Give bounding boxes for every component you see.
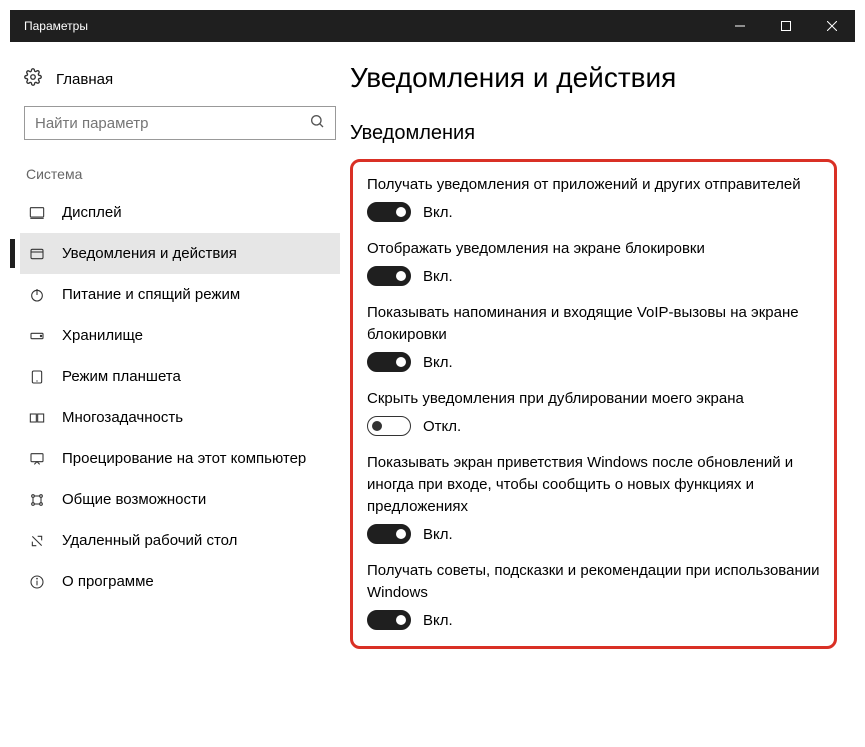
sidebar-item-label: Режим планшета <box>62 368 181 385</box>
gear-icon <box>24 68 42 90</box>
sidebar-item-label: Хранилище <box>62 327 143 344</box>
setting-hide-when-duplicating: Скрыть уведомления при дублировании моег… <box>367 388 820 436</box>
projecting-icon <box>28 451 46 467</box>
close-button[interactable] <box>809 10 855 42</box>
window-title: Параметры <box>24 19 88 33</box>
setting-welcome-screen: Показывать экран приветствия Windows пос… <box>367 452 820 544</box>
display-icon <box>28 205 46 221</box>
toggle-state-text: Вкл. <box>423 204 453 221</box>
page-title: Уведомления и действия <box>350 62 837 94</box>
title-bar: Параметры <box>10 10 855 42</box>
setting-label: Получать уведомления от приложений и дру… <box>367 174 820 196</box>
toggle-hide-when-duplicating[interactable] <box>367 416 411 436</box>
setting-lockscreen-notifications: Отображать уведомления на экране блокиро… <box>367 238 820 286</box>
sidebar-item-remote[interactable]: Удаленный рабочий стол <box>20 520 340 561</box>
search-input[interactable] <box>35 115 309 132</box>
notifications-icon <box>28 246 46 262</box>
setting-tips: Получать советы, подсказки и рекомендаци… <box>367 560 820 630</box>
toggle-voip-reminders[interactable] <box>367 352 411 372</box>
sidebar-item-display[interactable]: Дисплей <box>20 192 340 233</box>
toggle-lockscreen-notifications[interactable] <box>367 266 411 286</box>
remote-icon <box>28 533 46 549</box>
toggle-tips[interactable] <box>367 610 411 630</box>
search-icon <box>309 113 325 133</box>
home-label: Главная <box>56 71 113 88</box>
setting-voip-reminders: Показывать напоминания и входящие VoIP-в… <box>367 302 820 372</box>
search-box[interactable] <box>24 106 336 140</box>
sidebar-item-power[interactable]: Питание и спящий режим <box>20 274 340 315</box>
shared-icon <box>28 492 46 508</box>
sidebar-item-storage[interactable]: Хранилище <box>20 315 340 356</box>
sidebar-item-label: Удаленный рабочий стол <box>62 532 237 549</box>
sidebar-item-label: Уведомления и действия <box>62 245 237 262</box>
setting-app-notifications: Получать уведомления от приложений и дру… <box>367 174 820 222</box>
power-icon <box>28 287 46 303</box>
setting-label: Показывать напоминания и входящие VoIP-в… <box>367 302 820 346</box>
setting-label: Получать советы, подсказки и рекомендаци… <box>367 560 820 604</box>
sidebar-item-label: Дисплей <box>62 204 122 221</box>
maximize-button[interactable] <box>763 10 809 42</box>
toggle-state-text: Вкл. <box>423 354 453 371</box>
toggle-welcome-screen[interactable] <box>367 524 411 544</box>
tablet-icon <box>28 369 46 385</box>
section-title: Уведомления <box>350 122 837 145</box>
toggle-app-notifications[interactable] <box>367 202 411 222</box>
content-area: Уведомления и действия Уведомления Получ… <box>350 42 855 737</box>
sidebar-item-label: Питание и спящий режим <box>62 286 240 303</box>
about-icon <box>28 574 46 590</box>
sidebar: Главная Система Дисплей Уведомления и де… <box>10 42 350 737</box>
sidebar-item-label: Общие возможности <box>62 491 206 508</box>
home-link[interactable]: Главная <box>20 62 340 100</box>
sidebar-item-label: Многозадачность <box>62 409 183 426</box>
toggle-state-text: Вкл. <box>423 612 453 629</box>
sidebar-item-about[interactable]: О программе <box>20 561 340 602</box>
sidebar-item-projecting[interactable]: Проецирование на этот компьютер <box>20 438 340 479</box>
highlighted-settings: Получать уведомления от приложений и дру… <box>350 159 837 649</box>
minimize-button[interactable] <box>717 10 763 42</box>
sidebar-item-multitasking[interactable]: Многозадачность <box>20 397 340 438</box>
storage-icon <box>28 328 46 344</box>
sidebar-item-notifications[interactable]: Уведомления и действия <box>20 233 340 274</box>
setting-label: Скрыть уведомления при дублировании моег… <box>367 388 820 410</box>
setting-label: Отображать уведомления на экране блокиро… <box>367 238 820 260</box>
multitasking-icon <box>28 410 46 426</box>
setting-label: Показывать экран приветствия Windows пос… <box>367 452 820 518</box>
toggle-state-text: Вкл. <box>423 268 453 285</box>
category-label: Система <box>20 162 340 192</box>
sidebar-item-shared[interactable]: Общие возможности <box>20 479 340 520</box>
sidebar-item-label: Проецирование на этот компьютер <box>62 450 306 467</box>
sidebar-item-label: О программе <box>62 573 154 590</box>
toggle-state-text: Вкл. <box>423 526 453 543</box>
toggle-state-text: Откл. <box>423 418 461 435</box>
settings-window: Параметры Главная Си <box>10 10 855 737</box>
sidebar-item-tablet[interactable]: Режим планшета <box>20 356 340 397</box>
